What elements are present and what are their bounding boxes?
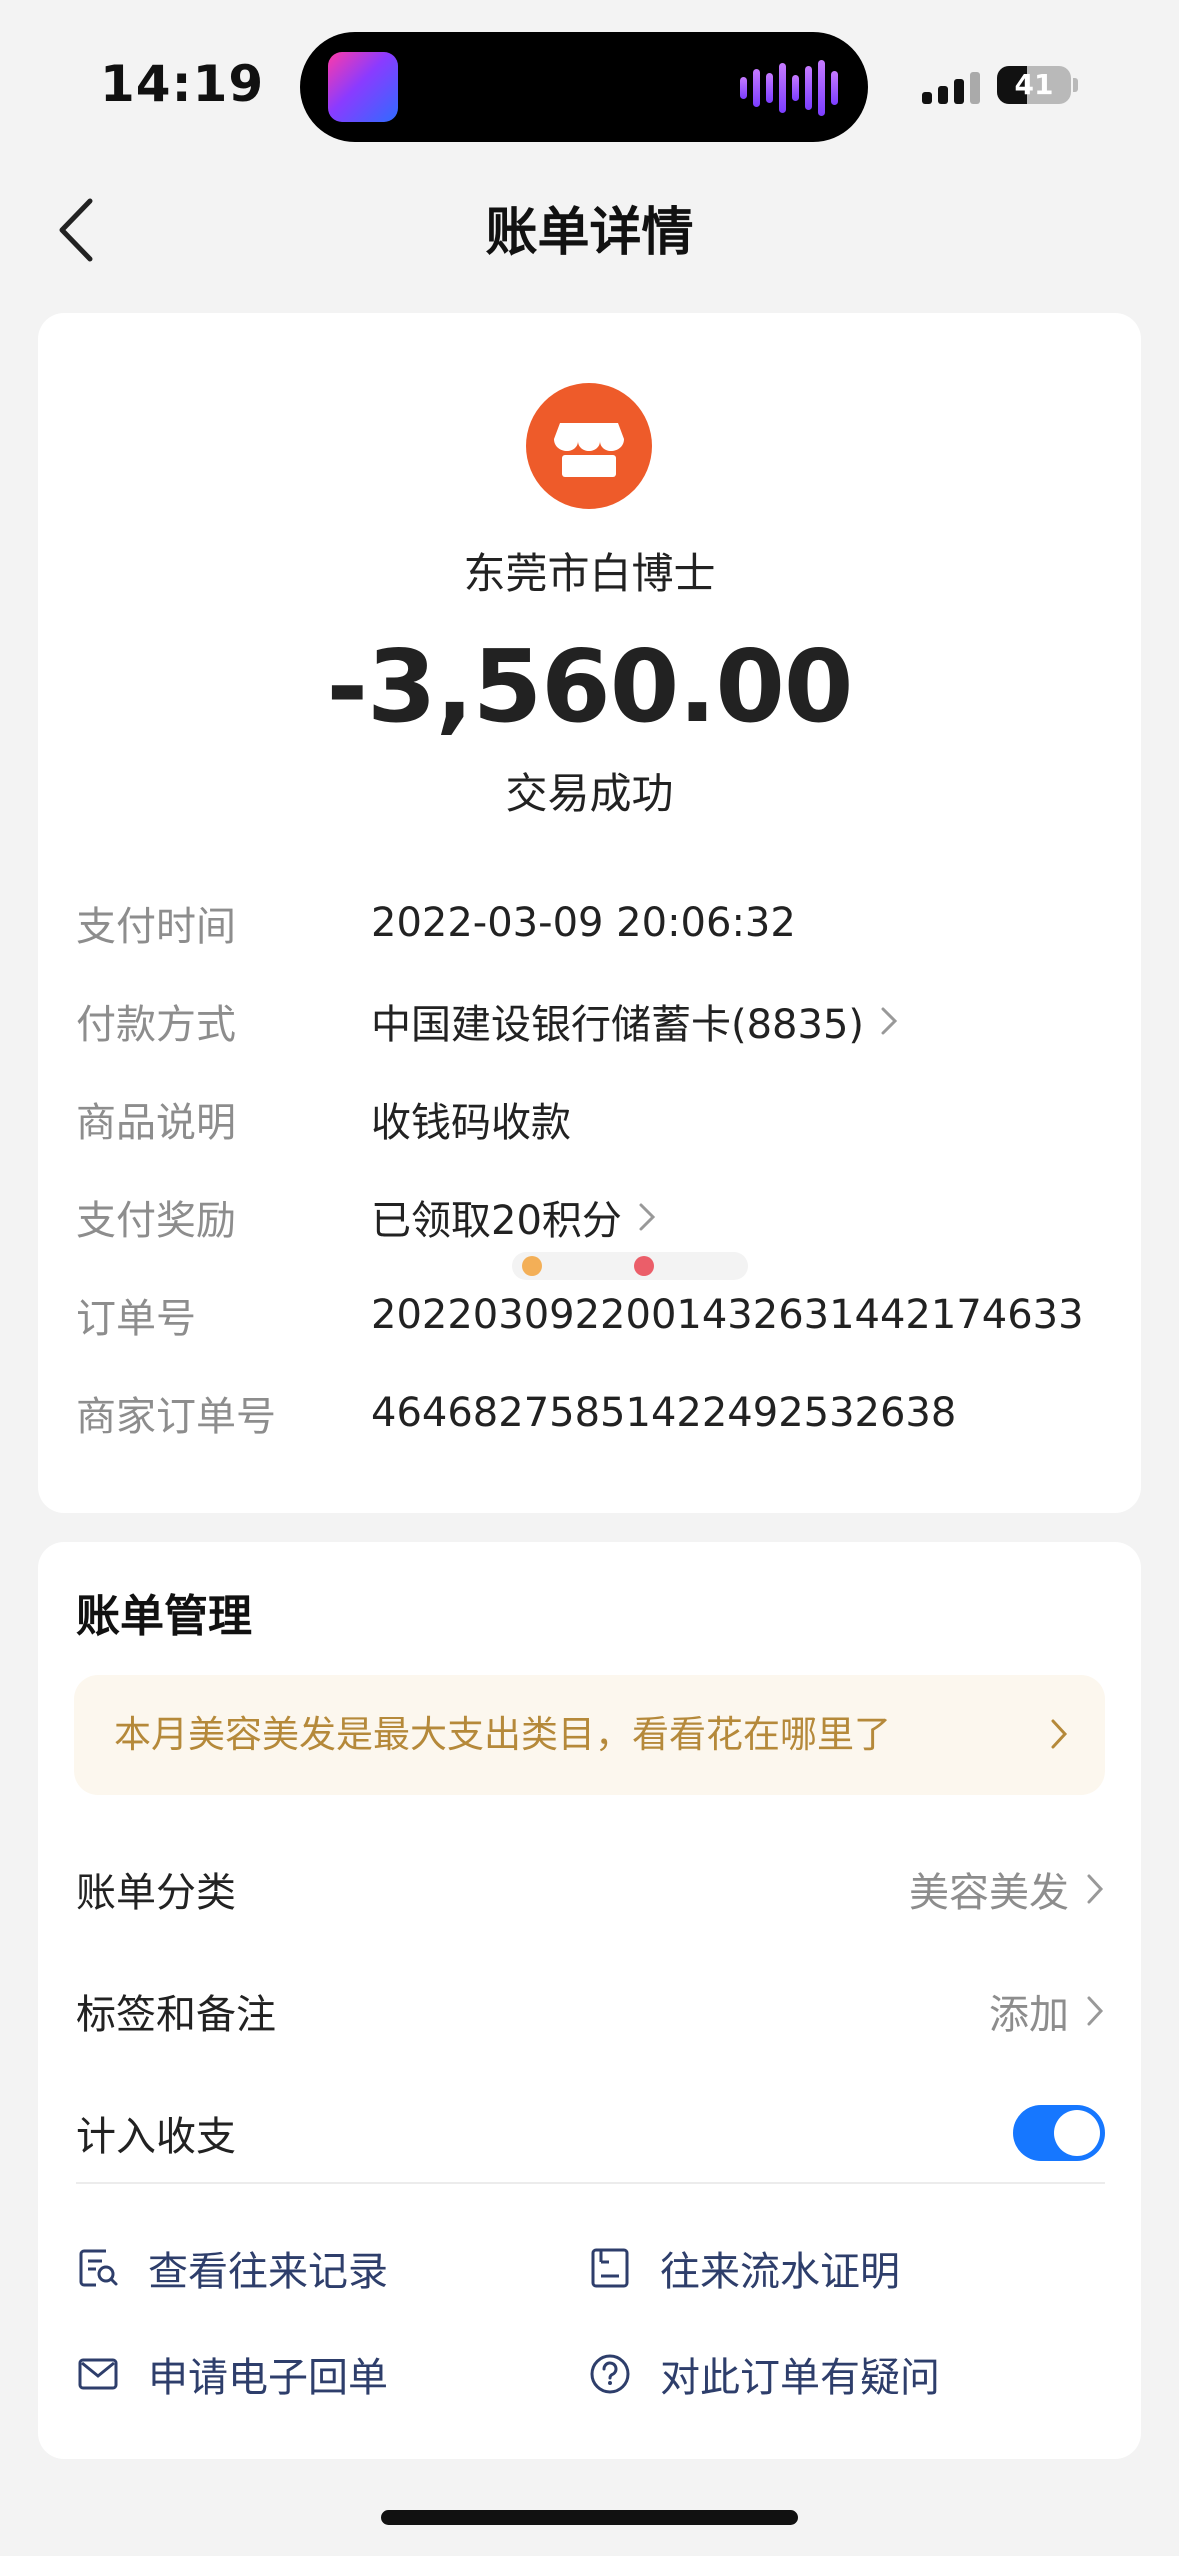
setting-label: 标签和备注	[76, 1992, 276, 2038]
detail-value: 4646827585142249253263​8	[371, 1390, 957, 1436]
e-receipt-button[interactable]: 申请电子回单	[76, 2339, 388, 2409]
storefront-icon	[526, 383, 652, 509]
setting-label: 计入收支	[76, 2114, 236, 2160]
section-title: 账单管理	[76, 1591, 252, 1642]
tags-notes-row[interactable]: 标签和备注 添加	[76, 1971, 1105, 2051]
watermark-logo-icon	[634, 1256, 654, 1276]
document-icon	[591, 2248, 629, 2288]
status-time: 14:19	[100, 55, 265, 113]
detail-row-reward[interactable]: 支付奖励 已领取20积分	[76, 1187, 656, 1247]
promo-text: 本月美容美发是最大支出类目，看看花在哪里了	[114, 1713, 891, 1756]
detail-label: 订单号	[76, 1296, 196, 1342]
detail-label: 商家订单号	[76, 1394, 276, 1440]
battery-level: 41	[1014, 68, 1054, 101]
audio-waveform-icon	[740, 60, 838, 116]
order-question-button[interactable]: 对此订单有疑问	[588, 2339, 940, 2409]
transaction-status: 交易成功	[505, 769, 674, 818]
setting-value: 添加	[989, 1992, 1069, 2038]
chevron-right-icon	[1087, 1874, 1104, 1904]
detail-value: 2022-03-09 20:06:32	[371, 900, 796, 946]
chevron-right-icon	[639, 1203, 656, 1231]
battery-cap	[1073, 78, 1078, 92]
detail-row-item-desc: 商品说明 收钱码收款	[76, 1089, 571, 1149]
home-indicator[interactable]	[381, 2510, 798, 2525]
chevron-right-icon	[1051, 1719, 1068, 1749]
watermark-logo-icon	[522, 1256, 542, 1276]
question-icon	[590, 2354, 630, 2394]
page-title: 账单详情	[485, 203, 694, 263]
detail-label: 支付奖励	[76, 1198, 236, 1244]
detail-label: 付款方式	[76, 1002, 236, 1048]
cellular-signal-icon	[922, 72, 980, 104]
action-label: 申请电子回单	[148, 2355, 388, 2401]
action-label: 对此订单有疑问	[660, 2355, 940, 2401]
dynamic-island[interactable]	[300, 32, 868, 142]
setting-value: 美容美发	[909, 1870, 1069, 1916]
detail-row-order-no: 订单号 2022030922001432631442174633	[76, 1285, 1084, 1345]
search-record-icon	[79, 2249, 118, 2287]
chevron-right-icon	[881, 1007, 898, 1035]
detail-label: 商品说明	[76, 1100, 236, 1146]
include-in-balance-row: 计入收支	[76, 2093, 1105, 2173]
detail-value: 中国建设银行储蓄卡(8835)	[371, 992, 898, 1050]
detail-row-merchant-order-no: 商家订单号 4646827585142249253263​8	[76, 1383, 956, 1443]
detail-row-payment-method[interactable]: 付款方式 中国建设银行储蓄卡(8835)	[76, 991, 898, 1051]
view-history-button[interactable]: 查看往来记录	[76, 2233, 388, 2303]
action-label: 往来流水证明	[660, 2249, 900, 2295]
now-playing-artwork	[328, 52, 398, 122]
status-bar: 14:19 41	[0, 0, 1179, 170]
transaction-proof-button[interactable]: 往来流水证明	[588, 2233, 900, 2303]
detail-row-pay-time: 支付时间 2022-03-09 20:06:32	[76, 893, 796, 953]
detail-value: 2022030922001432631442174633	[371, 1292, 1084, 1338]
mail-icon	[78, 2358, 118, 2390]
setting-label: 账单分类	[76, 1870, 236, 1916]
bill-management-card: 账单管理 本月美容美发是最大支出类目，看看花在哪里了 账单分类 美容美发 标签和…	[38, 1542, 1141, 2459]
detail-value: 已领取20积分	[371, 1188, 656, 1246]
chevron-right-icon	[1087, 1996, 1104, 2026]
action-label: 查看往来记录	[148, 2249, 388, 2295]
transaction-amount: -3,560.00	[326, 628, 854, 745]
include-in-balance-toggle[interactable]	[1013, 2105, 1105, 2161]
battery-icon: 41	[997, 66, 1071, 104]
transaction-card: 东莞市白博士 -3,560.00 交易成功 支付时间 2022-03-09 20…	[38, 313, 1141, 1513]
merchant-name[interactable]: 东莞市白博士	[38, 540, 1141, 601]
watermark	[512, 1252, 748, 1280]
toggle-knob	[1054, 2110, 1100, 2156]
detail-label: 支付时间	[76, 904, 236, 950]
detail-value: 收钱码收款	[371, 1100, 571, 1146]
divider	[76, 2182, 1105, 2184]
bill-category-row[interactable]: 账单分类 美容美发	[76, 1849, 1105, 1929]
spending-insight-banner[interactable]: 本月美容美发是最大支出类目，看看花在哪里了	[74, 1675, 1105, 1795]
